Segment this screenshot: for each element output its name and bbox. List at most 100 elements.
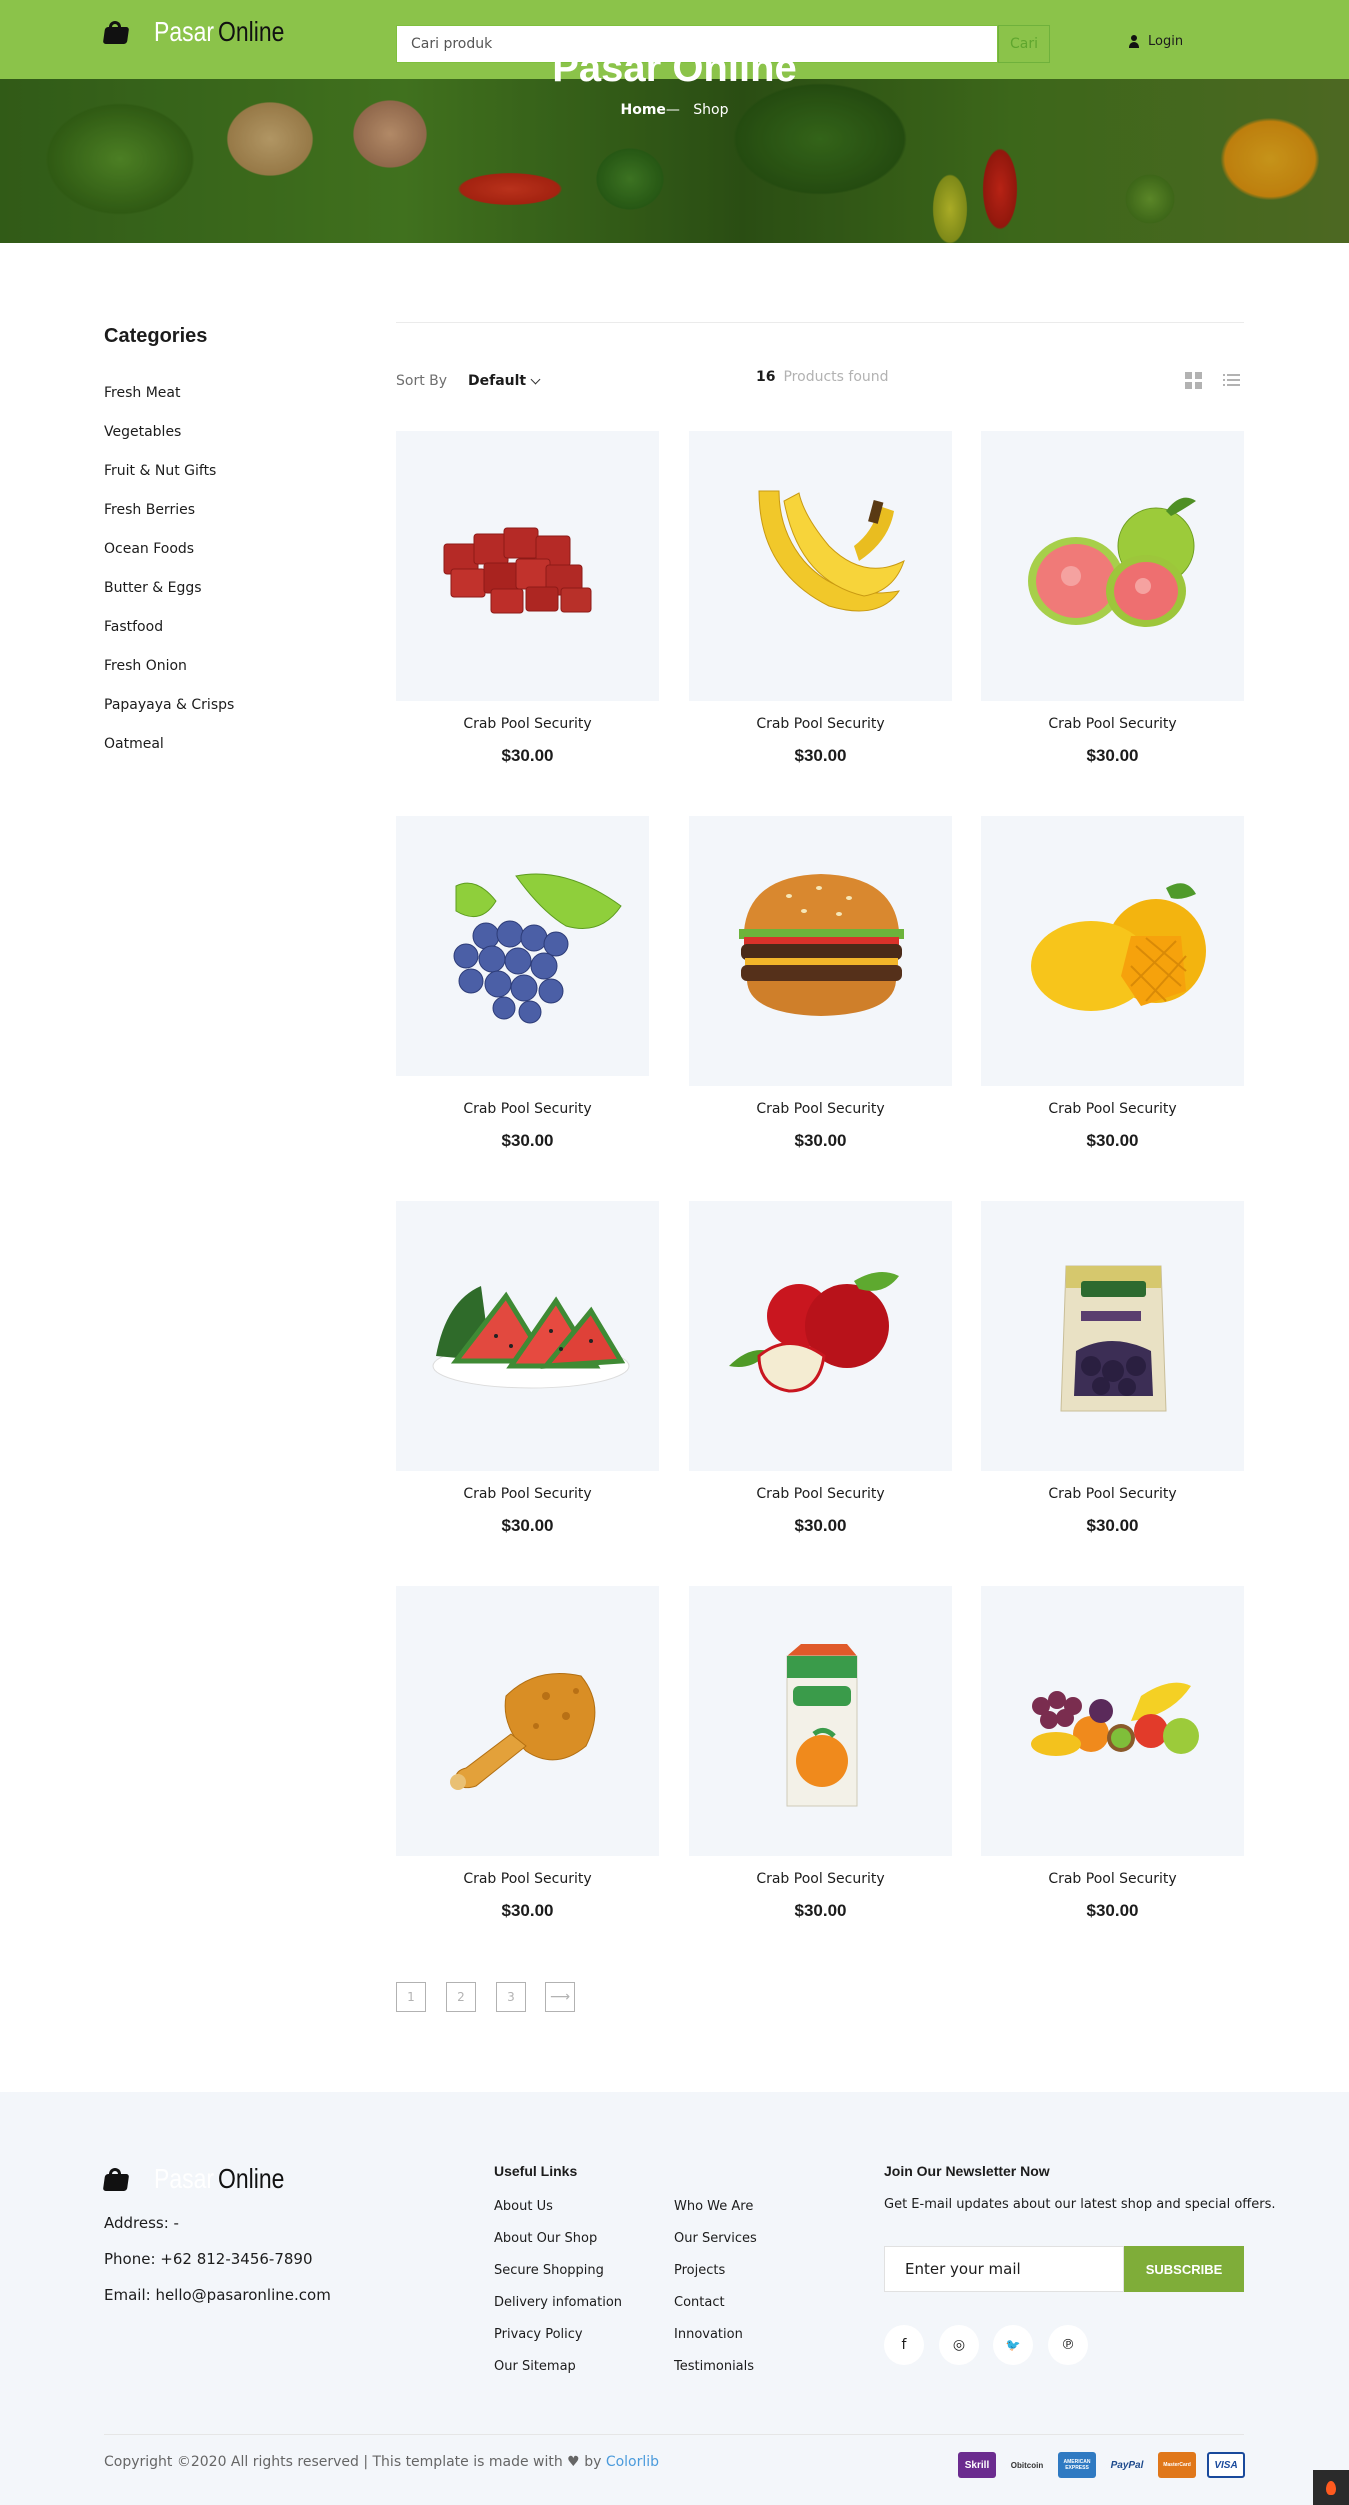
- sort-select[interactable]: Default: [468, 373, 541, 389]
- page-2-button[interactable]: 2: [446, 1982, 476, 2012]
- footer-link[interactable]: Delivery infomation: [494, 2295, 622, 2310]
- product-image-grapes[interactable]: [396, 816, 649, 1076]
- product-image-fruit-assortment[interactable]: [981, 1586, 1244, 1856]
- product-price: $30.00: [501, 1131, 554, 1150]
- footer-link[interactable]: About Our Shop: [494, 2231, 597, 2246]
- breadcrumb-home[interactable]: Home: [621, 102, 666, 118]
- footer-link[interactable]: Secure Shopping: [494, 2263, 604, 2278]
- grapes-image: [453, 873, 622, 1024]
- category-fresh-meat[interactable]: Fresh Meat: [104, 385, 180, 401]
- product-name[interactable]: Crab Pool Security: [981, 1871, 1244, 1887]
- copyright: Copyright ©2020 All rights reserved | Th…: [104, 2454, 659, 2470]
- category-ocean-foods[interactable]: Ocean Foods: [104, 541, 194, 557]
- category-fastfood[interactable]: Fastfood: [104, 619, 163, 635]
- product-image-apples[interactable]: [689, 1201, 952, 1471]
- fried-chicken-image: [450, 1673, 596, 1790]
- flame-badge-icon[interactable]: [1313, 2470, 1349, 2505]
- colorlib-link[interactable]: Colorlib: [606, 2454, 659, 2470]
- site-logo[interactable]: Pasar Online: [102, 15, 299, 49]
- footer-link[interactable]: Our Sitemap: [494, 2359, 576, 2374]
- category-papayaya-crisps[interactable]: Papayaya & Crisps: [104, 697, 234, 713]
- newsletter-title: Join Our Newsletter Now: [884, 2163, 1050, 2179]
- categories-title: Categories: [104, 325, 208, 347]
- category-fresh-berries[interactable]: Fresh Berries: [104, 502, 195, 518]
- product-image-mango[interactable]: [981, 816, 1244, 1086]
- product-price: $30.00: [1086, 746, 1139, 765]
- logo-word-2: Online: [218, 2163, 285, 2194]
- footer-logo[interactable]: Pasar Online: [102, 2162, 299, 2196]
- instagram-icon[interactable]: ◎: [939, 2325, 979, 2365]
- next-page-button[interactable]: ⟶: [545, 1982, 575, 2012]
- twitter-icon[interactable]: 🐦: [993, 2325, 1033, 2365]
- chevron-down-icon: [530, 374, 541, 384]
- category-fruit-nut-gifts[interactable]: Fruit & Nut Gifts: [104, 463, 216, 479]
- fruit-assortment-image: [1031, 1682, 1199, 1756]
- footer-link[interactable]: Testimonials: [674, 2359, 754, 2374]
- product-price: $30.00: [501, 746, 554, 765]
- product-price: $30.00: [794, 1131, 847, 1150]
- category-vegetables[interactable]: Vegetables: [104, 424, 181, 440]
- heart-icon: ♥: [567, 2454, 580, 2470]
- pinterest-icon[interactable]: ℗: [1048, 2325, 1088, 2365]
- watermelon-image: [432, 1286, 630, 1389]
- category-fresh-onion[interactable]: Fresh Onion: [104, 658, 187, 674]
- product-image-watermelon[interactable]: [396, 1201, 659, 1471]
- mango-image: [1031, 883, 1206, 1011]
- visa-payment-icon: VISA: [1207, 2452, 1245, 2478]
- dried-plums-pack-image: [1060, 1265, 1167, 1412]
- copyright-text: Copyright ©2020 All rights reserved | Th…: [104, 2454, 563, 2470]
- product-image-juice-carton[interactable]: [689, 1586, 952, 1856]
- footer-link[interactable]: About Us: [494, 2199, 553, 2214]
- product-image-bananas[interactable]: [689, 431, 952, 701]
- hero-title: Pasar Online: [552, 46, 797, 90]
- footer-link[interactable]: Contact: [674, 2295, 725, 2310]
- product-name[interactable]: Crab Pool Security: [981, 716, 1244, 732]
- footer-link[interactable]: Privacy Policy: [494, 2327, 583, 2342]
- amex-payment-icon: AMERICAN EXPRESS: [1058, 2452, 1096, 2478]
- product-name[interactable]: Crab Pool Security: [981, 1486, 1244, 1502]
- category-oatmeal[interactable]: Oatmeal: [104, 736, 164, 752]
- product-name[interactable]: Crab Pool Security: [689, 716, 952, 732]
- footer-phone: Phone: +62 812-3456-7890: [104, 2250, 313, 2268]
- product-name[interactable]: Crab Pool Security: [396, 1486, 659, 1502]
- product-image-dried-plums-pack[interactable]: [981, 1201, 1244, 1471]
- logo-word-2: Online: [218, 16, 285, 47]
- apples-image: [729, 1272, 899, 1393]
- product-name[interactable]: Crab Pool Security: [689, 1871, 952, 1887]
- facebook-icon[interactable]: f: [884, 2325, 924, 2365]
- hamburger-image: [739, 874, 904, 1016]
- bitcoin-payment-icon: Obitcoin: [1010, 2460, 1044, 2470]
- footer-divider: [104, 2434, 1244, 2435]
- skrill-payment-icon: Skrill: [958, 2452, 996, 2478]
- page-3-button[interactable]: 3: [496, 1982, 526, 2012]
- footer-email: Email: hello@pasaronline.com: [104, 2286, 331, 2304]
- product-name[interactable]: Crab Pool Security: [396, 1101, 659, 1117]
- products-found-label: Products found: [783, 369, 889, 385]
- product-name[interactable]: Crab Pool Security: [396, 716, 659, 732]
- newsletter-email-input[interactable]: [884, 2246, 1124, 2292]
- product-image-meat-cubes[interactable]: [396, 431, 659, 701]
- newsletter-text: Get E-mail updates about our latest shop…: [884, 2197, 1276, 2212]
- product-name[interactable]: Crab Pool Security: [689, 1486, 952, 1502]
- juice-carton-image: [786, 1644, 858, 1807]
- footer-link[interactable]: Innovation: [674, 2327, 743, 2342]
- product-image-guava[interactable]: [981, 431, 1244, 701]
- product-name[interactable]: Crab Pool Security: [981, 1101, 1244, 1117]
- product-name[interactable]: Crab Pool Security: [689, 1101, 952, 1117]
- product-image-fried-chicken[interactable]: [396, 1586, 659, 1856]
- list-icon[interactable]: [1223, 373, 1240, 388]
- footer-link[interactable]: Our Services: [674, 2231, 757, 2246]
- footer-link[interactable]: Projects: [674, 2263, 725, 2278]
- page-1-button[interactable]: 1: [396, 1982, 426, 2012]
- sort-value: Default: [468, 373, 527, 389]
- breadcrumb-separator: —: [665, 102, 680, 118]
- category-butter-eggs[interactable]: Butter & Eggs: [104, 580, 202, 596]
- product-image-hamburger[interactable]: [689, 816, 952, 1086]
- grid-icon[interactable]: [1185, 372, 1202, 389]
- product-name[interactable]: Crab Pool Security: [396, 1871, 659, 1887]
- products-found: 16 Products found: [756, 369, 889, 385]
- footer-link[interactable]: Who We Are: [674, 2199, 753, 2214]
- product-price: $30.00: [1086, 1901, 1139, 1920]
- product-price: $30.00: [794, 1516, 847, 1535]
- subscribe-button[interactable]: SUBSCRIBE: [1124, 2246, 1244, 2292]
